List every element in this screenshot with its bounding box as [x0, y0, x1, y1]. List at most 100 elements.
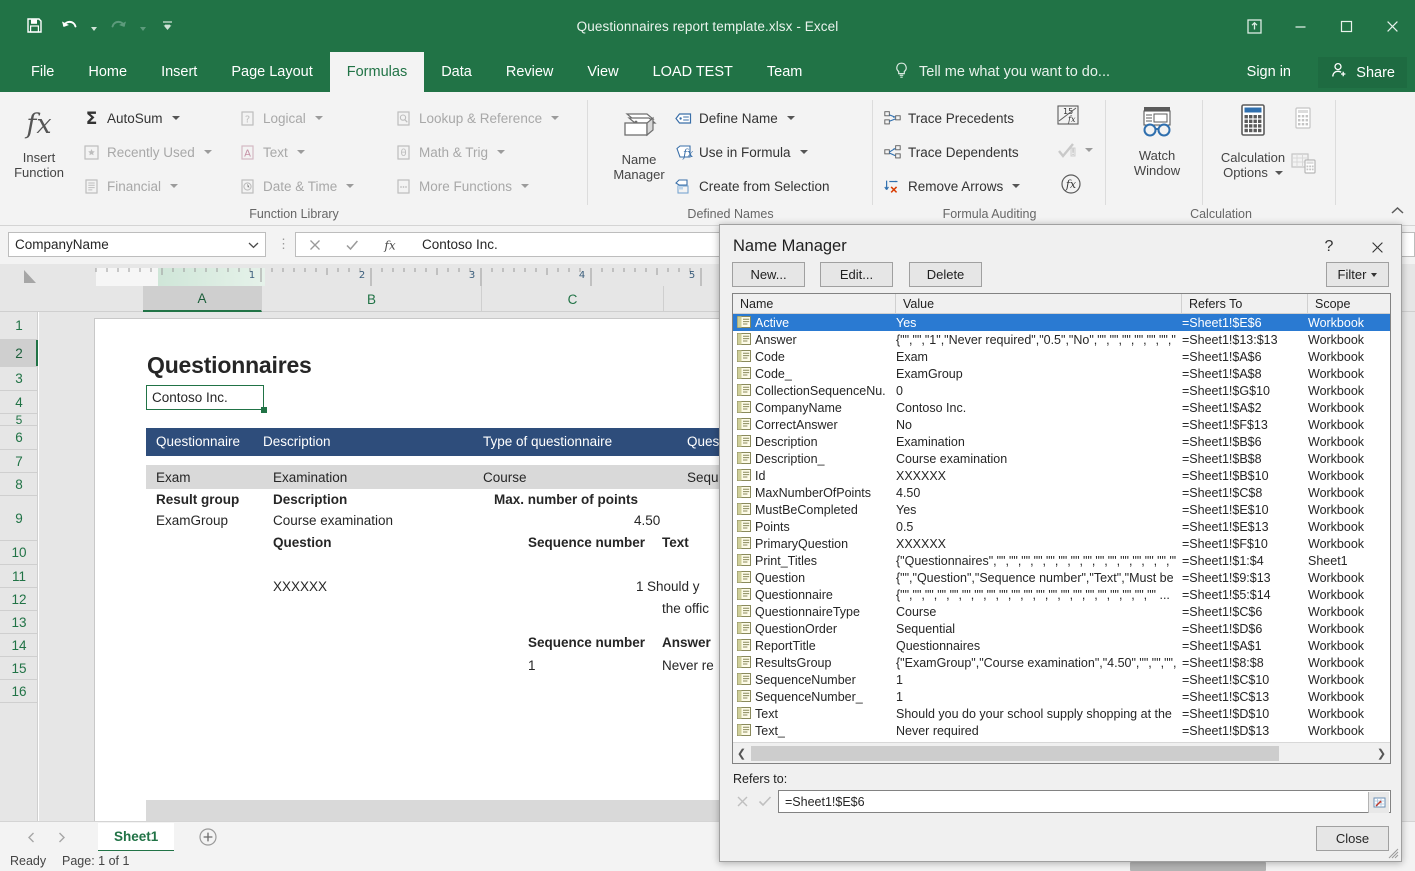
name-row[interactable]: MustBeCompletedYes=Sheet1!$E$10Workbook	[733, 501, 1390, 518]
row-header-15[interactable]: 15	[0, 657, 38, 680]
redo-icon[interactable]	[102, 10, 134, 40]
tab-formulas[interactable]: Formulas	[330, 52, 424, 92]
delete-button[interactable]: Delete	[909, 262, 982, 287]
name-row[interactable]: CorrectAnswerNo=Sheet1!$F$13Workbook	[733, 416, 1390, 433]
tab-view[interactable]: View	[570, 52, 635, 92]
sheet-tab-sheet1[interactable]: Sheet1	[98, 823, 174, 852]
calculation-options-button[interactable]: Calculation Options	[1210, 102, 1296, 180]
financial-dropdown-icon[interactable]	[170, 184, 178, 188]
name-row[interactable]: Description_Course examination=Sheet1!$B…	[733, 450, 1390, 467]
undo-icon[interactable]	[53, 10, 85, 40]
name-row[interactable]: DescriptionExamination=Sheet1!$B$6Workbo…	[733, 433, 1390, 450]
list-col-value[interactable]: Value	[896, 294, 1182, 314]
column-header-a[interactable]: A	[143, 286, 262, 312]
column-header-c[interactable]: C	[482, 286, 664, 312]
name-row[interactable]: CollectionSequenceNu...0=Sheet1!$G$10Wor…	[733, 382, 1390, 399]
watch-window-button[interactable]: Watch Window	[1118, 102, 1196, 178]
create-from-selection-button[interactable]: Create from Selection	[674, 172, 830, 200]
fill-handle[interactable]	[261, 407, 267, 413]
lookup-reference-dropdown-icon[interactable]	[551, 116, 559, 120]
active-cell-company[interactable]: Contoso Inc.	[146, 385, 264, 410]
define-name-dropdown-icon[interactable]	[787, 116, 795, 120]
error-checking-dropdown-icon[interactable]	[1085, 148, 1093, 152]
collapse-ribbon-icon[interactable]	[1387, 201, 1407, 221]
resize-grip[interactable]	[1387, 847, 1399, 859]
list-col-scope[interactable]: Scope	[1308, 294, 1390, 314]
name-row[interactable]: QuestionOrderSequential=Sheet1!$D$6Workb…	[733, 620, 1390, 637]
insert-function-button[interactable]: fx Insert Function	[8, 104, 70, 180]
formula-bar-grip[interactable]: ⋮	[277, 237, 290, 251]
name-manager-button[interactable]: Name Manager	[600, 104, 678, 182]
row-header-9[interactable]: 9	[0, 496, 38, 541]
define-name-button[interactable]: Define Name	[674, 104, 795, 132]
row-header-8[interactable]: 8	[0, 473, 38, 496]
list-col-refers[interactable]: Refers To	[1182, 294, 1308, 314]
row-header-14[interactable]: 14	[0, 634, 38, 657]
math-trig-dropdown-icon[interactable]	[497, 150, 505, 154]
name-row[interactable]: MaxNumberOfPoints4.50=Sheet1!$C$8Workboo…	[733, 484, 1390, 501]
next-sheet-icon[interactable]	[52, 829, 70, 845]
enter-icon[interactable]	[337, 233, 367, 256]
undo-dropdown-icon[interactable]	[88, 10, 99, 40]
name-row[interactable]: ResultsGroup{"ExamGroup","Course examina…	[733, 654, 1390, 671]
use-in-formula-button[interactable]: fx Use in Formula	[674, 138, 808, 166]
names-list[interactable]: Name Value Refers To Scope ActiveYes=She…	[732, 293, 1391, 764]
show-formulas-button[interactable]: 15fx	[1055, 104, 1081, 131]
customize-qat-icon[interactable]	[151, 10, 183, 40]
financial-button[interactable]: Financial	[82, 172, 178, 200]
select-all-button[interactable]	[0, 264, 38, 286]
evaluate-formula-button[interactable]: fx	[1059, 172, 1083, 199]
add-sheet-icon[interactable]	[198, 827, 218, 847]
name-row[interactable]: ActiveYes=Sheet1!$E$6Workbook	[733, 314, 1390, 331]
name-row[interactable]: QuestionnaireTypeCourse=Sheet1!$C$6Workb…	[733, 603, 1390, 620]
list-col-name[interactable]: Name	[733, 294, 896, 314]
date-time-button[interactable]: Date & Time	[238, 172, 354, 200]
calculate-sheet-button[interactable]	[1290, 150, 1318, 179]
row-header-11[interactable]: 11	[0, 565, 38, 588]
name-box[interactable]: CompanyName	[8, 232, 266, 257]
trace-precedents-button[interactable]: Trace Precedents	[883, 104, 1014, 132]
filter-button[interactable]: Filter	[1326, 262, 1389, 287]
tell-me-search[interactable]: Tell me what you want to do...	[893, 52, 1110, 92]
new-button[interactable]: New...	[732, 262, 805, 287]
more-functions-button[interactable]: More Functions	[394, 172, 529, 200]
horizontal-scrollbar[interactable]	[1130, 862, 1266, 871]
autosum-dropdown-icon[interactable]	[172, 116, 180, 120]
insert-function-icon[interactable]: fx	[375, 233, 405, 256]
logical-button[interactable]: ? Logical	[238, 104, 323, 132]
use-in-formula-dropdown-icon[interactable]	[800, 150, 808, 154]
name-row[interactable]: Answer{"","","1","Never required","0.5",…	[733, 331, 1390, 348]
row-header-13[interactable]: 13	[0, 611, 38, 634]
logical-dropdown-icon[interactable]	[315, 116, 323, 120]
close-icon[interactable]	[1361, 233, 1393, 261]
scroll-right-icon[interactable]: ❯	[1373, 743, 1390, 763]
name-row[interactable]: PrimaryQuestionXXXXXX=Sheet1!$F$10Workbo…	[733, 535, 1390, 552]
name-row[interactable]: Print_Titles{"Questionnaires","","","","…	[733, 552, 1390, 569]
refers-to-input[interactable]: =Sheet1!$E$6	[778, 790, 1391, 813]
math-trig-button[interactable]: θ Math & Trig	[394, 138, 505, 166]
tab-review[interactable]: Review	[489, 52, 571, 92]
remove-arrows-button[interactable]: Remove Arrows	[883, 172, 1020, 200]
row-header-5[interactable]: 5	[0, 414, 38, 426]
names-list-hscrollbar[interactable]: ❮ ❯	[733, 742, 1390, 763]
scroll-left-icon[interactable]: ❮	[733, 743, 750, 763]
name-row[interactable]: ReportTitleQuestionnaires=Sheet1!$A$1Wor…	[733, 637, 1390, 654]
lookup-reference-button[interactable]: Lookup & Reference	[394, 104, 559, 132]
name-row[interactable]: TextShould you do your school supply sho…	[733, 705, 1390, 722]
previous-sheet-icon[interactable]	[22, 829, 40, 845]
text-dropdown-icon[interactable]	[297, 150, 305, 154]
name-row[interactable]: SequenceNumber1=Sheet1!$C$10Workbook	[733, 671, 1390, 688]
scroll-thumb[interactable]	[751, 746, 1279, 761]
tab-home[interactable]: Home	[71, 52, 144, 92]
close-icon[interactable]	[1369, 0, 1415, 52]
row-header-3[interactable]: 3	[0, 367, 38, 391]
trace-dependents-button[interactable]: Trace Dependents	[883, 138, 1019, 166]
save-icon[interactable]	[18, 10, 50, 40]
row-header-7[interactable]: 7	[0, 450, 38, 473]
row-header-2[interactable]: 2	[0, 340, 38, 367]
tab-page-layout[interactable]: Page Layout	[214, 52, 329, 92]
column-header-b[interactable]: B	[262, 286, 482, 312]
row-header-10[interactable]: 10	[0, 541, 38, 565]
row-header-4[interactable]: 4	[0, 391, 38, 414]
name-row[interactable]: CodeExam=Sheet1!$A$6Workbook	[733, 348, 1390, 365]
